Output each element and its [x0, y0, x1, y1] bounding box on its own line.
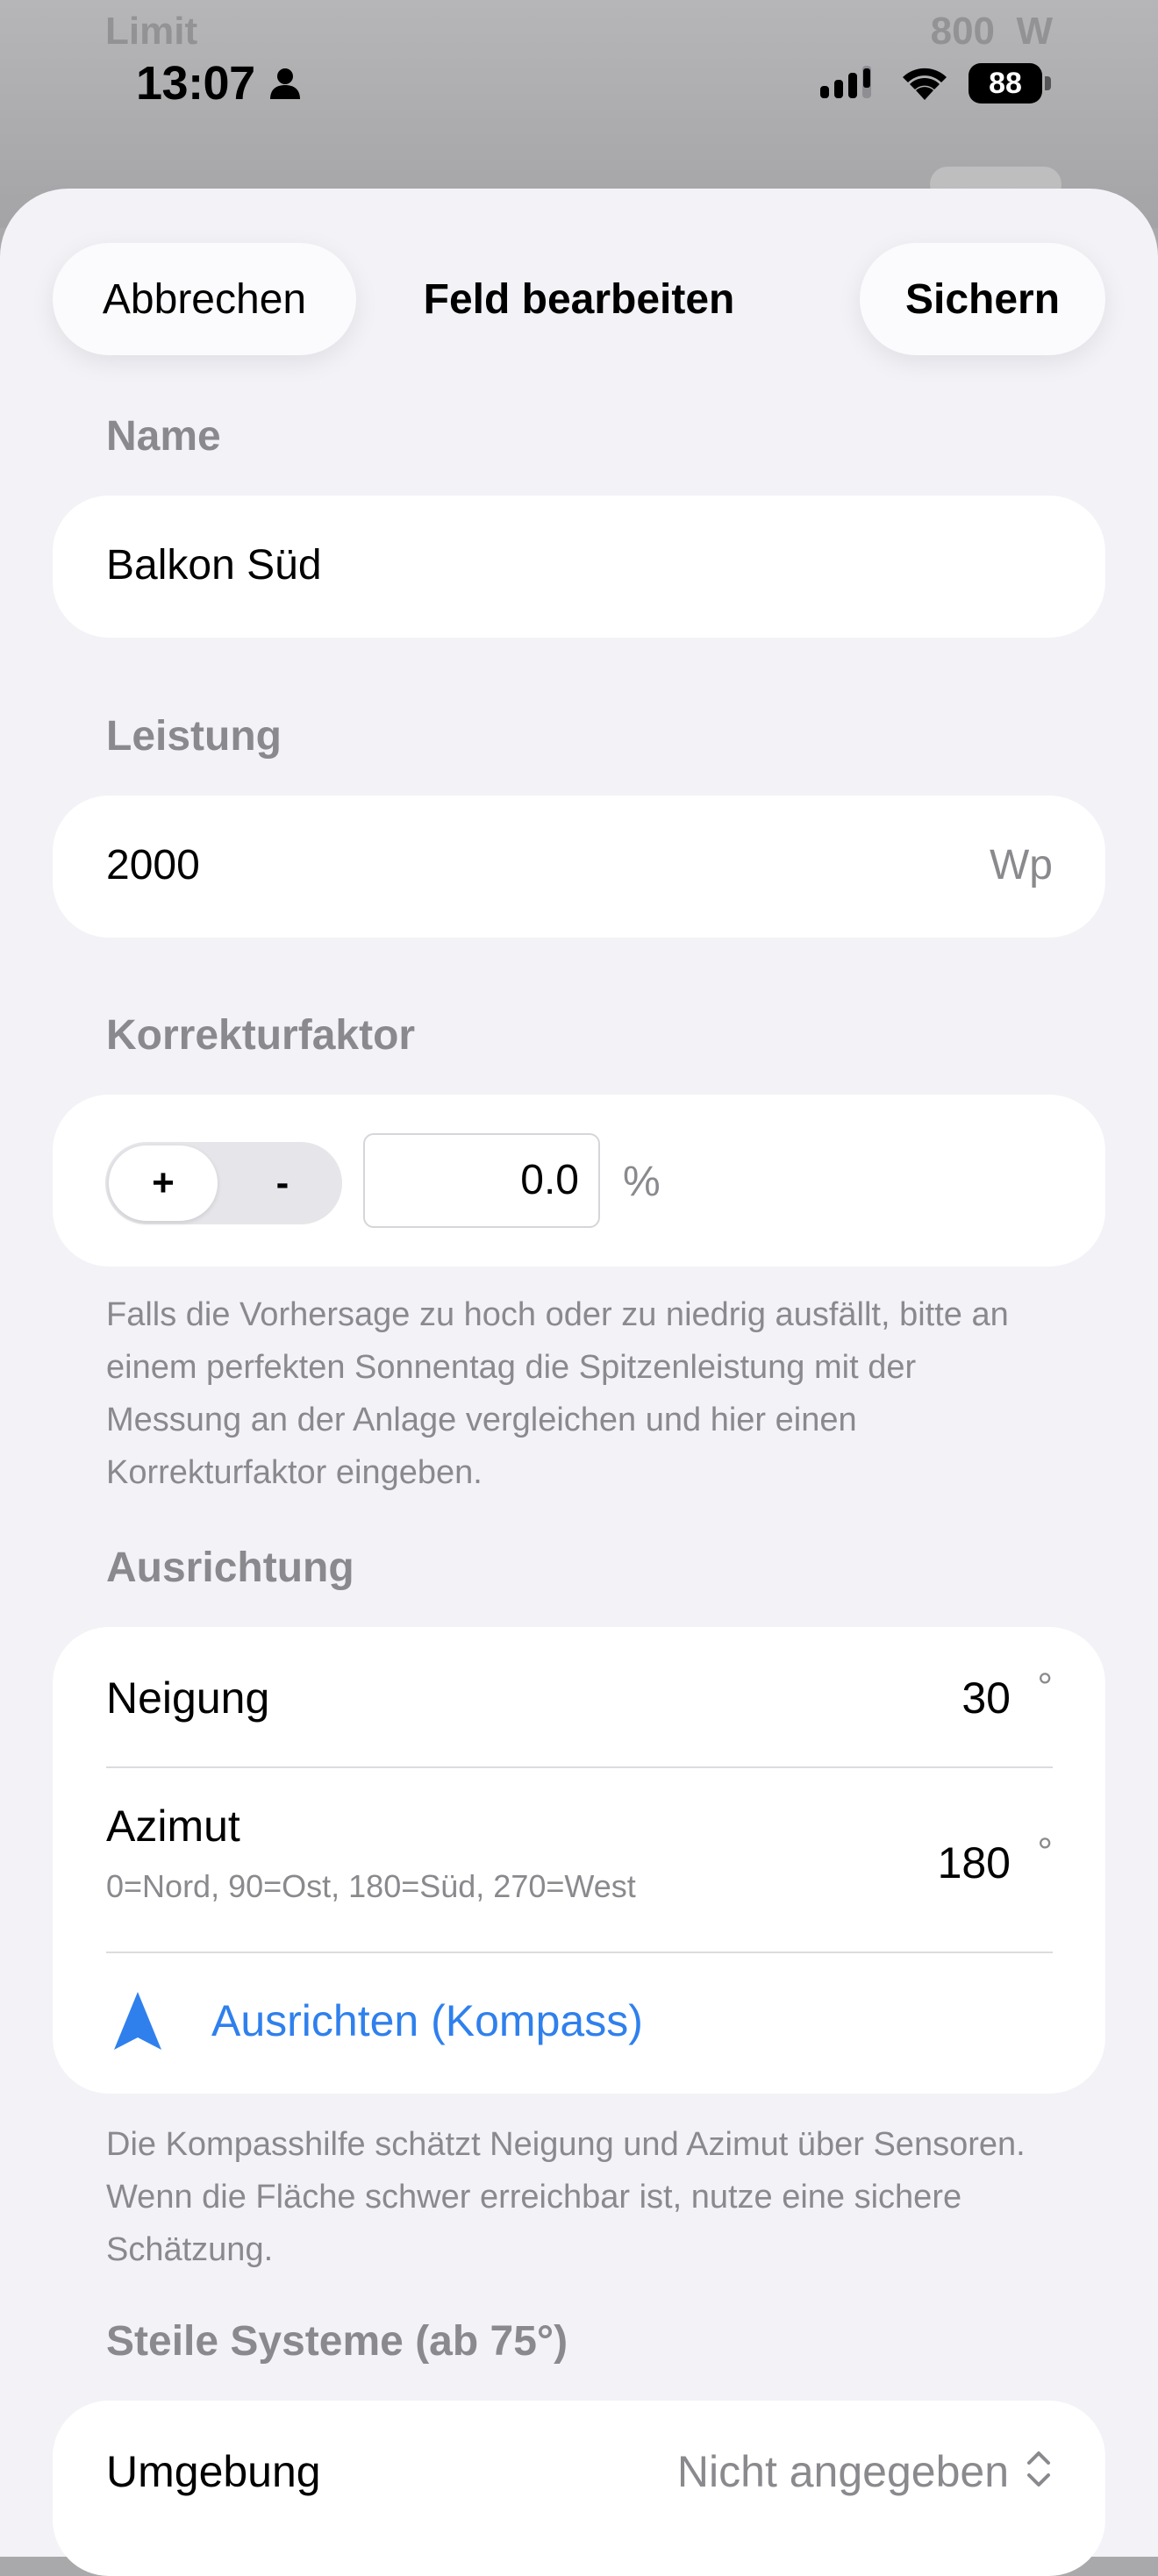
cancel-button[interactable]: Abbrechen — [53, 243, 356, 355]
status-time: 13:07 — [136, 57, 255, 110]
edit-field-sheet: Abbrechen Feld bearbeiten Sichern Name B… — [0, 189, 1158, 2576]
name-card: Balkon Süd — [53, 496, 1105, 638]
status-bar: 13:07 88 — [0, 53, 1158, 116]
background-limit-value: 800 W — [930, 10, 1053, 53]
environment-label: Umgebung — [106, 2447, 321, 2496]
save-button[interactable]: Sichern — [860, 243, 1105, 355]
divider — [106, 1952, 1053, 1953]
steep-systems-card: Umgebung Nicht angegeben — [53, 2401, 1105, 2576]
battery-cap — [1045, 76, 1051, 90]
background-limit-label: Limit — [105, 10, 198, 53]
minus-segment[interactable]: - — [228, 1145, 337, 1221]
person-icon — [270, 68, 300, 99]
correction-value-field[interactable]: 0.0 — [363, 1133, 600, 1228]
battery-icon: 88 — [969, 63, 1053, 103]
steep-systems-section-header: Steile Systeme (ab 75°) — [106, 2318, 568, 2365]
correction-unit: % — [623, 1159, 661, 1205]
orientation-card: Neigung 30 ° Azimut 0=Nord, 90=Ost, 180=… — [53, 1627, 1105, 2094]
plus-minus-segmented-control: + - — [105, 1142, 342, 1224]
compass-arrow-icon — [114, 1992, 161, 2050]
name-section-header: Name — [106, 413, 221, 460]
azimuth-unit: ° — [1037, 1830, 1053, 1873]
chevron-up-down-icon — [1027, 2451, 1050, 2487]
cellular-signal-icon — [820, 66, 871, 98]
background-limit-row: Limit 800 W — [105, 5, 1053, 58]
orientation-footnote: Die Kompasshilfe schätzt Neigung und Azi… — [106, 2126, 1026, 2268]
compass-label: Ausrichten (Kompass) — [211, 1996, 643, 2045]
azimuth-label: Azimut — [106, 1802, 240, 1851]
correction-section-header: Korrekturfaktor — [106, 1012, 416, 1059]
plus-segment[interactable]: + — [109, 1145, 218, 1221]
correction-card: + - 0.0 % — [53, 1095, 1105, 1267]
power-unit: Wp — [990, 842, 1053, 888]
correction-footnote: Falls die Vorhersage zu hoch oder zu nie… — [106, 1296, 1009, 1491]
orientation-section-header: Ausrichtung — [106, 1545, 354, 1591]
tilt-label: Neigung — [106, 1673, 270, 1723]
power-section-header: Leistung — [106, 713, 282, 760]
azimuth-value[interactable]: 180 — [938, 1837, 1011, 1888]
power-field[interactable]: 2000 — [106, 841, 200, 889]
wifi-icon — [903, 68, 947, 100]
azimuth-hint: 0=Nord, 90=Ost, 180=Süd, 270=West — [106, 1868, 636, 1904]
tilt-value[interactable]: 30 — [961, 1673, 1011, 1723]
power-card: 2000 Wp — [53, 796, 1105, 938]
environment-select[interactable]: Nicht angegeben — [677, 2446, 1009, 2497]
tilt-unit: ° — [1037, 1666, 1053, 1709]
name-field[interactable]: Balkon Süd — [106, 541, 322, 589]
battery-level: 88 — [969, 63, 1042, 103]
divider — [106, 1766, 1053, 1768]
